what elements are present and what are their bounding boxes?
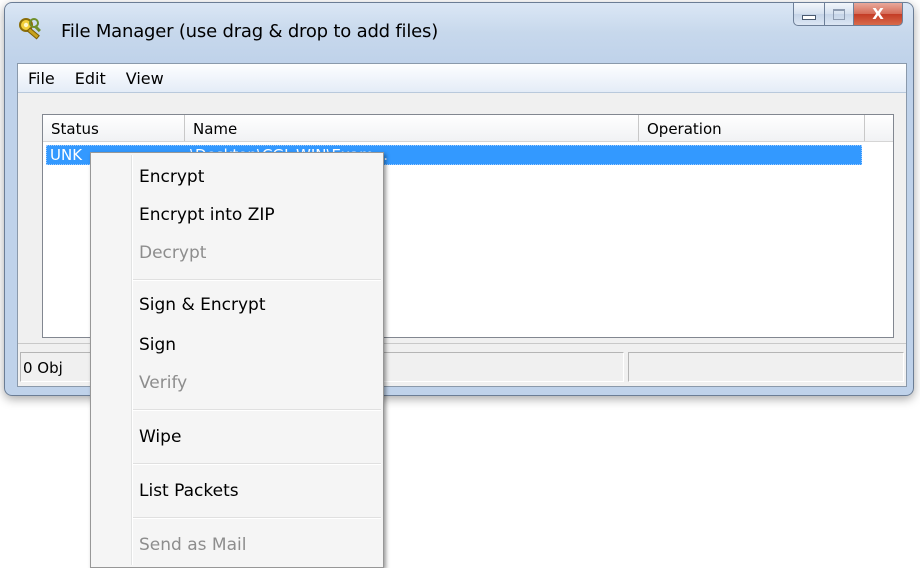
list-header: Status Name Operation — [43, 115, 893, 142]
menu-item-send-as-mail: Send as Mail — [139, 535, 247, 555]
status-field-3 — [628, 352, 904, 382]
column-header-operation[interactable]: Operation — [639, 115, 865, 141]
menu-item-sign-encrypt[interactable]: Sign & Encrypt — [91, 287, 383, 323]
maximize-button[interactable] — [825, 2, 854, 26]
title-bar[interactable]: File Manager (use drag & drop to add fil… — [5, 2, 913, 59]
menu-separator — [133, 517, 381, 519]
menu-separator — [133, 279, 381, 281]
menu-item-wipe[interactable]: Wipe — [91, 419, 383, 455]
menu-file[interactable]: File — [26, 67, 57, 90]
context-menu: Encrypt Encrypt into ZIP Decrypt Sign & … — [90, 152, 384, 568]
column-header-status[interactable]: Status — [43, 115, 185, 141]
window-title: File Manager (use drag & drop to add fil… — [61, 21, 439, 42]
menu-separator — [133, 463, 381, 465]
minimize-icon — [802, 14, 816, 20]
menu-view[interactable]: View — [124, 67, 166, 90]
minimize-button[interactable] — [793, 2, 825, 26]
menu-item-decrypt: Decrypt — [139, 243, 207, 263]
keys-magnifier-icon — [17, 15, 45, 43]
menu-separator — [133, 409, 381, 411]
row-status: UNK — [50, 146, 83, 164]
close-button[interactable]: X — [854, 2, 903, 26]
menu-item-sign[interactable]: Sign — [91, 327, 383, 363]
caption-buttons: X — [793, 2, 903, 26]
close-icon: X — [872, 5, 884, 23]
menu-edit[interactable]: Edit — [73, 67, 108, 90]
column-header-filler — [865, 115, 893, 141]
maximize-icon — [833, 8, 845, 20]
menu-item-verify: Verify — [139, 373, 188, 393]
column-header-name[interactable]: Name — [185, 115, 639, 141]
menu-item-encrypt[interactable]: Encrypt — [91, 159, 383, 195]
menu-bar: File Edit View — [18, 64, 906, 93]
menu-item-encrypt-zip[interactable]: Encrypt into ZIP — [91, 197, 383, 233]
menu-item-list-packets[interactable]: List Packets — [91, 473, 383, 509]
